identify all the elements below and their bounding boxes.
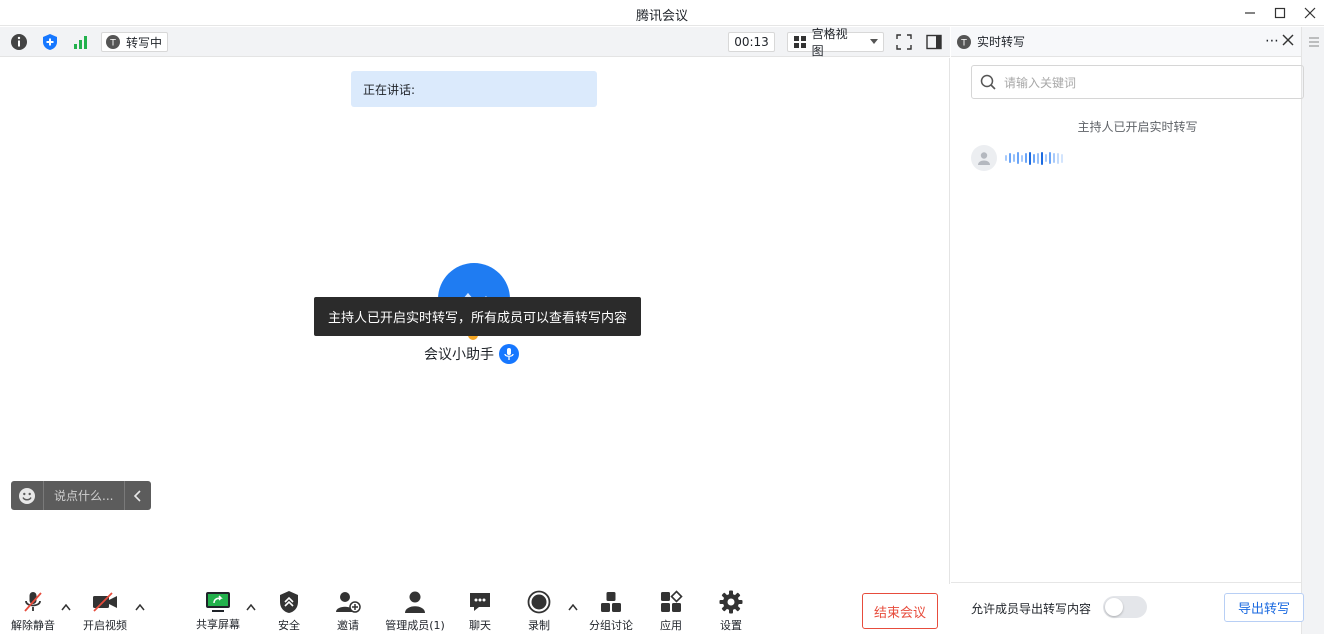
maximize-icon[interactable] <box>1264 0 1296 26</box>
export-transcript-button[interactable]: 导出转写 <box>1224 593 1304 622</box>
invite-icon <box>335 590 361 614</box>
breakout-icon <box>598 590 624 614</box>
participant-name: 会议小助手 <box>424 344 519 364</box>
members-icon <box>402 590 428 614</box>
security-label: 安全 <box>278 619 300 632</box>
chevron-down-icon <box>870 39 878 44</box>
unmute-button[interactable]: 解除静音 <box>3 590 63 632</box>
record-button[interactable]: 录制 <box>509 590 569 632</box>
video-off-icon <box>92 590 118 614</box>
security-button[interactable]: 安全 <box>259 590 319 632</box>
participant-name-label: 会议小助手 <box>424 347 494 363</box>
transcription-panel: T 实时转写 ⋯ 请输入关键词 主持人已开启实时转写 允许成员导出转写内容 导出… <box>951 27 1324 634</box>
transcribe-icon: T <box>957 34 971 49</box>
breakout-label: 分组讨论 <box>589 619 633 632</box>
view-mode-label: 宫格视图 <box>811 27 848 58</box>
record-options-caret-icon[interactable] <box>567 601 579 613</box>
transcription-notice: 主持人已开启实时转写 <box>1077 120 1198 134</box>
manage-members-button[interactable]: 管理成员(1) <box>383 590 447 632</box>
chat-label: 聊天 <box>469 619 491 632</box>
unmute-label: 解除静音 <box>11 619 55 632</box>
chat-button[interactable]: 聊天 <box>450 590 510 632</box>
share-screen-icon <box>205 590 231 613</box>
apps-icon <box>658 590 684 614</box>
meeting-timer: 00:13 <box>728 32 775 52</box>
record-icon <box>526 590 552 614</box>
emoji-icon[interactable] <box>11 481 44 510</box>
panel-title: 实时转写 <box>977 35 1026 49</box>
mic-muted-icon <box>20 590 46 614</box>
keyword-search[interactable]: 请输入关键词 <box>971 65 1304 99</box>
microphone-icon <box>499 344 519 364</box>
transcription-toast: 主持人已开启实时转写，所有成员可以查看转写内容 <box>314 297 641 336</box>
settings-label: 设置 <box>720 619 742 632</box>
share-screen-label: 共享屏幕 <box>196 618 240 631</box>
settings-icon <box>718 590 744 614</box>
start-video-button[interactable]: 开启视频 <box>75 590 135 632</box>
fullscreen-icon[interactable] <box>894 32 914 52</box>
panel-header: T 实时转写 ⋯ <box>951 27 1301 57</box>
meeting-toolbar: T 转写中 00:13 宫格视图 <box>0 27 950 58</box>
start-video-label: 开启视频 <box>83 619 127 632</box>
video-options-caret-icon[interactable] <box>134 601 146 613</box>
view-mode-dropdown[interactable]: 宫格视图 <box>787 27 884 58</box>
user-avatar-icon <box>971 145 997 171</box>
settings-button[interactable]: 设置 <box>701 590 761 632</box>
transcript-entry <box>971 145 1063 171</box>
menu-icon[interactable] <box>1308 37 1320 47</box>
sidebar-toggle-icon[interactable] <box>924 32 944 52</box>
grid-icon <box>794 36 806 48</box>
close-icon[interactable] <box>1282 34 1294 49</box>
signal-icon[interactable] <box>71 32 91 52</box>
share-options-caret-icon[interactable] <box>245 601 257 613</box>
share-screen-button[interactable]: 共享屏幕 <box>188 590 248 632</box>
apps-button[interactable]: 应用 <box>641 590 701 632</box>
search-input[interactable]: 请输入关键词 <box>1004 74 1076 91</box>
speaking-indicator: 正在讲话: <box>351 71 597 107</box>
transcribing-label: 转写中 <box>126 35 163 50</box>
chat-icon <box>467 590 493 614</box>
allow-export-toggle[interactable] <box>1103 596 1147 618</box>
close-icon[interactable] <box>1294 0 1324 26</box>
manage-members-label: 管理成员(1) <box>385 619 445 632</box>
more-options-icon[interactable]: ⋯ <box>1265 33 1280 49</box>
title-bar: 腾讯会议 <box>0 0 1324 26</box>
speaking-waveform <box>1005 151 1063 165</box>
audio-options-caret-icon[interactable] <box>60 601 72 613</box>
breakout-button[interactable]: 分组讨论 <box>581 590 641 632</box>
chat-input-placeholder[interactable]: 说点什么... <box>44 487 124 504</box>
svg-text:T: T <box>960 38 967 48</box>
window-title: 腾讯会议 <box>635 9 688 24</box>
bottom-toolbar: 解除静音 开启视频 共享屏幕 安全 邀请 管理成员(1) 聊天 录制 分组讨论 … <box>0 584 950 634</box>
search-icon <box>980 74 996 90</box>
transcribe-icon: T <box>106 35 120 49</box>
invite-button[interactable]: 邀请 <box>318 590 378 632</box>
panel-footer: 允许成员导出转写内容 导出转写 <box>951 582 1304 634</box>
svg-text:T: T <box>109 39 116 49</box>
toggle-knob <box>1105 598 1123 616</box>
security-icon <box>276 590 302 614</box>
apps-label: 应用 <box>660 619 682 632</box>
chevron-left-icon[interactable] <box>124 481 151 510</box>
invite-label: 邀请 <box>337 619 359 632</box>
quick-chat-box[interactable]: 说点什么... <box>11 481 151 510</box>
shield-icon[interactable] <box>40 32 60 52</box>
record-label: 录制 <box>528 619 550 632</box>
allow-export-label: 允许成员导出转写内容 <box>971 602 1092 616</box>
minimize-icon[interactable] <box>1234 0 1266 26</box>
info-icon[interactable] <box>9 32 29 52</box>
video-area: 正在讲话: 主持人已开启实时转写，所有成员可以查看转写内容 会议小助手 说点什么… <box>0 58 950 584</box>
end-meeting-button[interactable]: 结束会议 <box>862 593 938 629</box>
transcribing-indicator[interactable]: T 转写中 <box>101 32 169 52</box>
